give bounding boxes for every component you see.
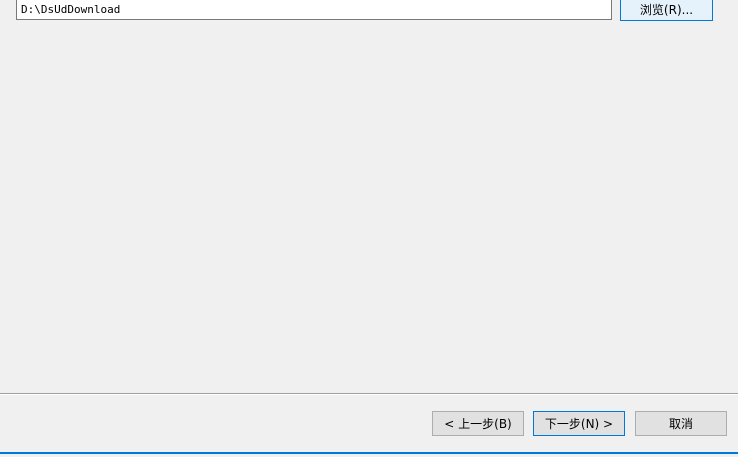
back-button[interactable]: < 上一步(B): [432, 411, 524, 436]
cancel-button[interactable]: 取消: [635, 411, 727, 436]
browse-button[interactable]: 浏览(R)...: [620, 0, 713, 21]
install-path-field[interactable]: D:\DsUdDownload: [16, 0, 612, 20]
window-bottom-border: [0, 452, 738, 454]
next-button[interactable]: 下一步(N) >: [533, 411, 625, 436]
footer-divider: [0, 393, 738, 395]
